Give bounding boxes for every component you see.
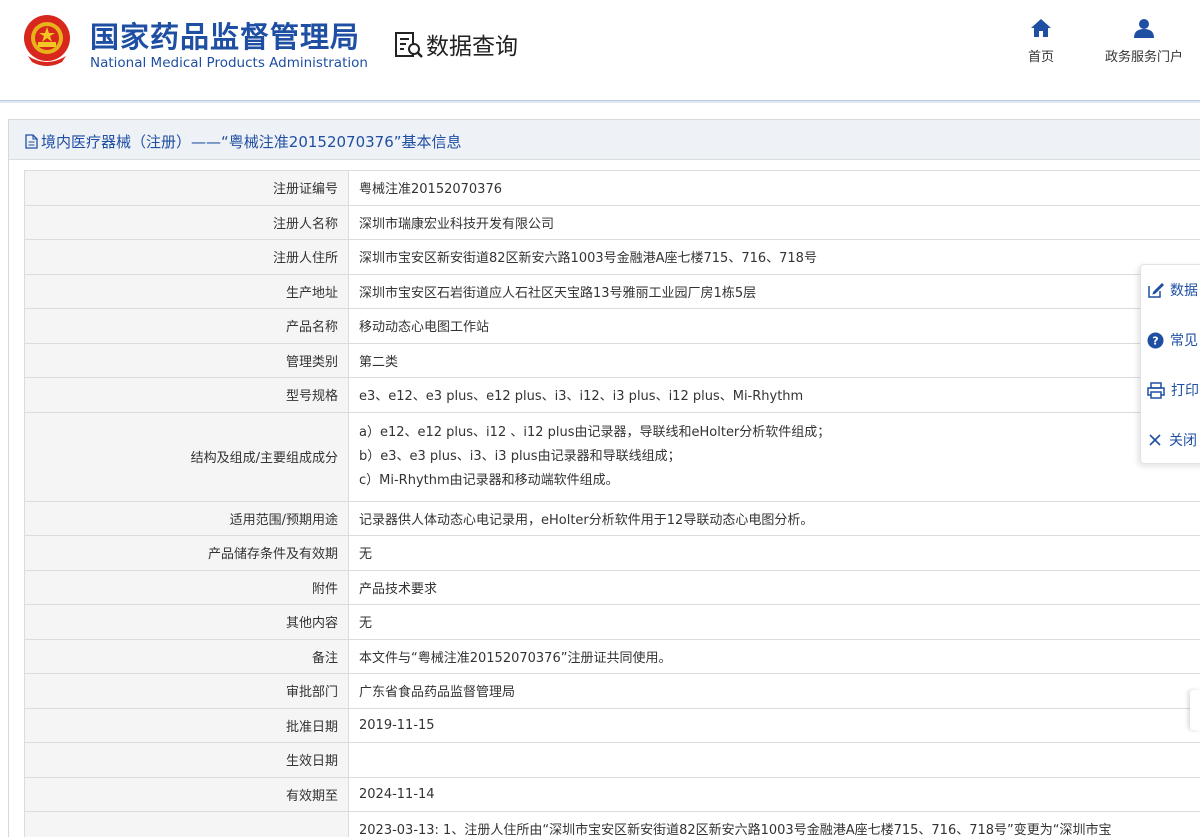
field-label: 注册人名称	[24, 204, 349, 240]
site-header: 国家药品监督管理局 National Medical Products Admi…	[0, 0, 1200, 101]
table-row: 型号规格 e3、e12、e3 plus、e12 plus、i3、i12、i3 pl…	[24, 377, 1200, 413]
nav-gov-service-portal[interactable]: 政务服务门户	[1094, 18, 1194, 65]
field-value: 深圳市宝安区石岩街道应人石社区天宝路13号雅丽工业园厂房1栋5层	[348, 273, 1200, 309]
user-icon	[1134, 19, 1154, 38]
table-row: 注册人住所 深圳市宝安区新安街道82区新安六路1003号金融港A座七楼715、71…	[24, 239, 1200, 275]
field-label: 备注	[24, 638, 349, 674]
print-button[interactable]: 打印	[1147, 375, 1200, 405]
field-value: a）e12、e12 plus、i12 、i12 plus由记录器，导联线和eHo…	[348, 411, 1200, 502]
table-row: 产品储存条件及有效期无	[24, 535, 1200, 571]
field-label: 附件	[24, 569, 349, 605]
table-row: 管理类别 第二类	[24, 342, 1200, 378]
field-label: 产品名称	[24, 308, 349, 344]
field-label: 产品储存条件及有效期	[24, 535, 349, 571]
side-toolbar: 数据 ? 常见 打印 关闭	[1140, 264, 1200, 464]
brand-name-en: National Medical Products Administration	[90, 55, 368, 71]
field-value: 粤械注准20152070376	[348, 170, 1200, 206]
close-button[interactable]: 关闭	[1147, 425, 1200, 455]
table-row: 注册证编号 粤械注准20152070376	[24, 170, 1200, 206]
field-value: 无	[348, 604, 1200, 640]
composition-line: c）Mi-Rhythm由记录器和移动端软件组成。	[359, 472, 619, 488]
edit-icon	[1148, 282, 1164, 298]
brand-name-cn: 国家药品监督管理局	[90, 20, 361, 54]
field-value: 广东省食品药品监督管理局	[348, 673, 1200, 709]
panel-title: 境内医疗器械（注册）——“粤械注准20152070376”基本信息	[25, 131, 462, 152]
field-value: 产品技术要求	[348, 569, 1200, 605]
field-value: 深圳市宝安区新安街道82区新安六路1003号金融港A座七楼715、716、718…	[348, 239, 1200, 275]
table-row: 批准日期 2019-11-15	[24, 707, 1200, 743]
data-search-icon	[395, 32, 423, 58]
tool-label: 关闭	[1169, 433, 1197, 449]
help-icon: ?	[1147, 332, 1164, 348]
field-value: 2023-03-13: 1、注册人住所由“深圳市宝安区新安街道82区新安六路10…	[348, 811, 1200, 837]
table-row: 审批部门 广东省食品药品监督管理局	[24, 673, 1200, 709]
field-label: 型号规格	[24, 377, 349, 413]
data-query-title: 数据查询	[426, 34, 518, 60]
field-label: 其他内容	[24, 604, 349, 640]
table-row: 其他内容无	[24, 604, 1200, 640]
field-value	[348, 742, 1200, 778]
field-value: 移动动态心电图工作站	[348, 308, 1200, 344]
scroll-to-top-tab[interactable]	[1190, 690, 1200, 730]
header-divider	[0, 101, 1200, 103]
field-label: 结构及组成/主要组成成分	[24, 411, 349, 502]
faq-button[interactable]: ? 常见	[1147, 325, 1200, 355]
svg-text:?: ?	[1152, 334, 1158, 347]
close-icon	[1149, 434, 1161, 446]
table-row: 产品名称 移动动态心电图工作站	[24, 308, 1200, 344]
field-label: 生产地址	[24, 273, 349, 309]
table-row: 附件 产品技术要求	[24, 569, 1200, 605]
composition-line: a）e12、e12 plus、i12 、i12 plus由记录器，导联线和eHo…	[359, 424, 831, 440]
tool-label: 数据	[1170, 283, 1198, 299]
print-icon	[1147, 381, 1165, 399]
field-value: 记录器供人体动态心电记录用，eHolter分析软件用于12导联动态心电图分析。	[348, 500, 1200, 536]
document-icon	[25, 134, 38, 149]
table-row: 2023-03-13: 1、注册人住所由“深圳市宝安区新安街道82区新安六路10…	[24, 811, 1200, 837]
nav-home-label: 首页	[1027, 50, 1054, 65]
table-row: 有效期至 2024-11-14	[24, 776, 1200, 812]
field-label: 注册人住所	[24, 239, 349, 275]
panel-title-text: 境内医疗器械（注册）——“粤械注准20152070376”基本信息	[41, 133, 462, 151]
table-row: 生效日期	[24, 742, 1200, 778]
field-value: 本文件与“粤械注准20152070376”注册证共同使用。	[348, 638, 1200, 674]
panel-header: 境内医疗器械（注册）——“粤械注准20152070376”基本信息	[9, 120, 1200, 160]
home-icon	[1031, 19, 1051, 37]
field-label: 有效期至	[24, 776, 349, 812]
field-label: 管理类别	[24, 342, 349, 378]
table-row: 结构及组成/主要组成成分 a）e12、e12 plus、i12 、i12 plu…	[24, 411, 1200, 502]
field-value: 2019-11-15	[348, 707, 1200, 743]
table-row: 生产地址 深圳市宝安区石岩街道应人石社区天宝路13号雅丽工业园厂房1栋5层	[24, 273, 1200, 309]
national-emblem-icon	[24, 15, 70, 66]
field-value: e3、e12、e3 plus、e12 plus、i3、i12、i3 plus、i…	[348, 377, 1200, 413]
field-value: 第二类	[348, 342, 1200, 378]
tool-label: 常见	[1170, 333, 1198, 349]
table-row: 注册人名称 深圳市瑞康宏业科技开发有限公司	[24, 204, 1200, 240]
table-row: 适用范围/预期用途 记录器供人体动态心电记录用，eHolter分析软件用于12导联…	[24, 500, 1200, 536]
device-info-table: 注册证编号 粤械注准20152070376 注册人名称 深圳市瑞康宏业科技开发有限公…	[24, 170, 1200, 837]
composition-line: b）e3、e3 plus、i3、i3 plus由记录器和导联线组成；	[359, 448, 681, 464]
field-label: 适用范围/预期用途	[24, 500, 349, 536]
field-label: 注册证编号	[24, 170, 349, 206]
field-value: 深圳市瑞康宏业科技开发有限公司	[348, 204, 1200, 240]
field-label: 审批部门	[24, 673, 349, 709]
nav-home[interactable]: 首页	[1022, 18, 1060, 65]
field-value: 2024-11-14	[348, 776, 1200, 812]
tool-label: 打印	[1171, 383, 1199, 399]
field-label: 生效日期	[24, 742, 349, 778]
nav-portal-label: 政务服务门户	[1104, 50, 1183, 65]
field-label	[24, 811, 349, 837]
field-value: 无	[348, 535, 1200, 571]
field-label: 批准日期	[24, 707, 349, 743]
table-row: 备注 本文件与“粤械注准20152070376”注册证共同使用。	[24, 638, 1200, 674]
data-error-report-button[interactable]: 数据	[1147, 275, 1200, 305]
